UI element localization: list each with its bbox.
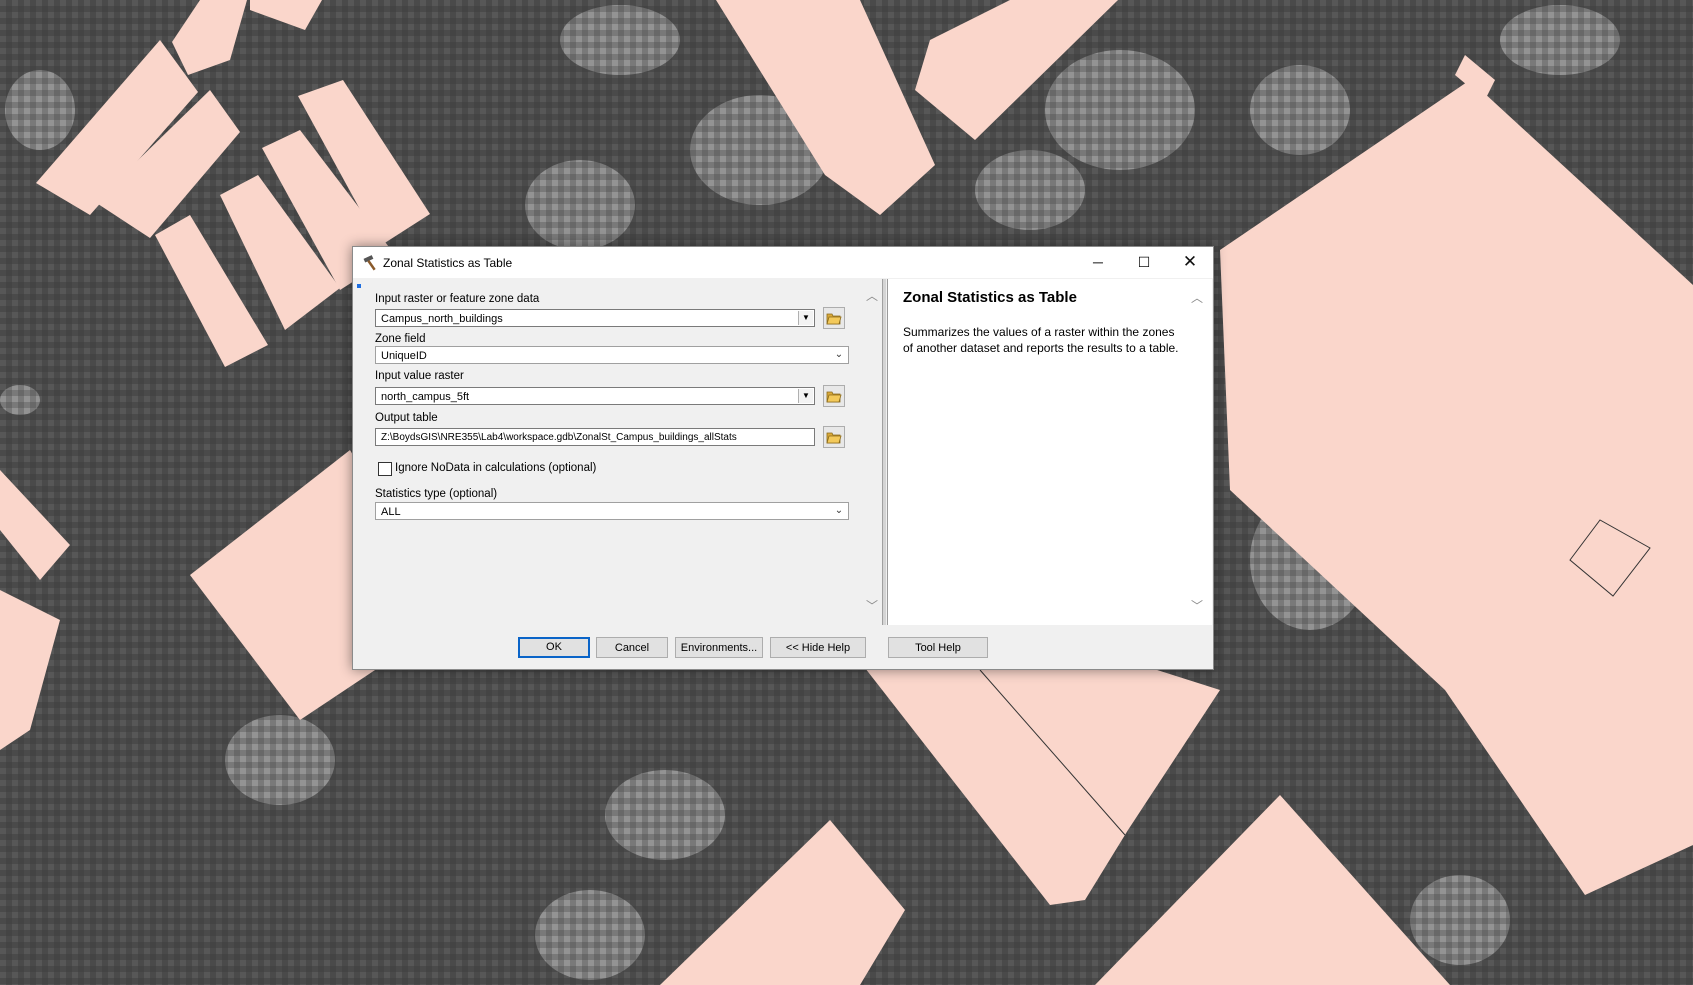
input-zone-combo[interactable]: Campus_north_buildings ▼ xyxy=(375,309,815,327)
stats-type-value: ALL xyxy=(381,506,401,518)
browse-output-table-button[interactable] xyxy=(823,426,845,448)
scroll-up-icon[interactable]: ︿ xyxy=(863,287,881,304)
chevron-down-icon[interactable]: ⌄ xyxy=(833,503,845,519)
maximize-button[interactable]: ☐ xyxy=(1121,247,1167,278)
button-bar: OK Cancel Environments... << Hide Help T… xyxy=(353,627,1213,669)
output-table-label: Output table xyxy=(375,412,438,424)
scroll-down-icon[interactable]: ﹀ xyxy=(863,597,881,614)
cancel-button[interactable]: Cancel xyxy=(596,637,668,658)
zone-field-value: UniqueID xyxy=(381,350,427,362)
open-folder-icon xyxy=(826,313,842,325)
help-pane: Zonal Statistics as Table Summarizes the… xyxy=(887,279,1212,625)
output-table-input[interactable]: Z:\BoydsGIS\NRE355\Lab4\workspace.gdb\Zo… xyxy=(375,428,815,446)
open-folder-icon xyxy=(826,391,842,403)
chevron-down-icon[interactable]: ▼ xyxy=(798,389,813,403)
hide-help-button[interactable]: << Hide Help xyxy=(770,637,866,658)
input-zone-label: Input raster or feature zone data xyxy=(375,293,540,305)
parameters-pane: Input raster or feature zone data Campus… xyxy=(355,279,861,625)
open-folder-icon xyxy=(826,432,842,444)
browse-value-raster-button[interactable] xyxy=(823,385,845,407)
chevron-down-icon[interactable]: ⌄ xyxy=(833,347,845,363)
zone-field-label: Zone field xyxy=(375,333,426,345)
value-raster-combo[interactable]: north_campus_5ft ▼ xyxy=(375,387,815,405)
help-title: Zonal Statistics as Table xyxy=(903,289,1077,306)
close-button[interactable]: ✕ xyxy=(1167,247,1213,278)
value-raster-value: north_campus_5ft xyxy=(381,391,470,403)
minimize-button[interactable]: ─ xyxy=(1075,247,1121,278)
zone-field-select[interactable]: UniqueID ⌄ xyxy=(375,346,849,364)
ignore-nodata-label: Ignore NoData in calculations (optional) xyxy=(395,462,597,474)
focus-indicator xyxy=(357,284,361,288)
chevron-down-icon[interactable]: ▼ xyxy=(798,311,813,325)
tool-help-button[interactable]: Tool Help xyxy=(888,637,988,658)
help-description: Summarizes the values of a raster within… xyxy=(903,325,1179,355)
parameters-scrollbar[interactable]: ︿ ﹀ xyxy=(863,279,881,625)
value-raster-label: Input value raster xyxy=(375,370,464,382)
ignore-nodata-checkbox[interactable] xyxy=(378,462,392,476)
ok-button[interactable]: OK xyxy=(518,637,590,658)
pane-splitter[interactable] xyxy=(882,279,886,625)
browse-input-zone-button[interactable] xyxy=(823,307,845,329)
input-zone-value: Campus_north_buildings xyxy=(381,313,503,325)
environments-button[interactable]: Environments... xyxy=(675,637,763,658)
scroll-down-icon[interactable]: ﹀ xyxy=(1188,597,1206,614)
zonal-statistics-dialog: Zonal Statistics as Table ─ ☐ ✕ Input ra… xyxy=(352,246,1214,670)
scroll-up-icon[interactable]: ︿ xyxy=(1188,289,1206,306)
stats-type-select[interactable]: ALL ⌄ xyxy=(375,502,849,520)
dialog-title: Zonal Statistics as Table xyxy=(383,256,513,270)
stats-type-label: Statistics type (optional) xyxy=(375,488,498,500)
hammer-icon xyxy=(363,255,376,271)
output-table-value: Z:\BoydsGIS\NRE355\Lab4\workspace.gdb\Zo… xyxy=(381,432,737,443)
title-bar[interactable]: Zonal Statistics as Table ─ ☐ ✕ xyxy=(353,247,1213,278)
